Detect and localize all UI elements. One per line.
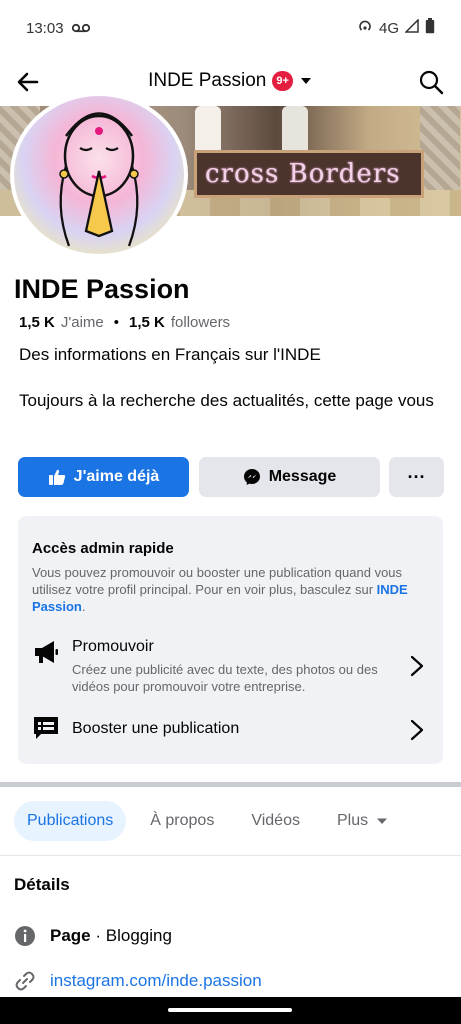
page-description: Des informations en Français sur l'INDE bbox=[19, 345, 321, 364]
home-gesture-handle[interactable] bbox=[168, 1008, 292, 1012]
admin-text: Vous pouvez promouvoir ou booster une pu… bbox=[32, 564, 432, 615]
admin-quick-access: Accès admin rapide Vous pouvez promouvoi… bbox=[18, 516, 443, 764]
boost-post-title: Booster une publication bbox=[72, 720, 240, 737]
network-type: 4G bbox=[378, 19, 399, 37]
cover-decoration bbox=[195, 106, 221, 150]
navigation-bar bbox=[0, 997, 461, 1024]
more-dots-icon: ··· bbox=[407, 466, 426, 487]
tab-videos[interactable]: Vidéos bbox=[238, 801, 313, 841]
message-button[interactable]: Message bbox=[199, 457, 380, 497]
tab-divider bbox=[0, 855, 461, 856]
liked-button-label: J'aime déjà bbox=[73, 468, 160, 485]
promote-subtitle: Créez une publicité avec du texte, des p… bbox=[72, 662, 378, 694]
tab-publications[interactable]: Publications bbox=[14, 801, 127, 841]
detail-page-label: Page bbox=[50, 926, 91, 945]
detail-page-category-text: · Blogging bbox=[90, 926, 172, 945]
messenger-icon bbox=[243, 469, 260, 485]
likes-label: J'aime bbox=[60, 314, 104, 331]
admin-title: Accès admin rapide bbox=[32, 540, 174, 557]
detail-instagram[interactable]: instagram.com/inde.passion bbox=[14, 970, 262, 992]
profile-avatar[interactable] bbox=[10, 92, 188, 258]
voicemail-icon bbox=[71, 20, 90, 37]
signal-icon bbox=[404, 18, 419, 37]
thumbs-up-icon bbox=[48, 469, 65, 485]
promote-item[interactable]: Promouvoir Créez une publicité avec du t… bbox=[18, 634, 443, 704]
page-stats[interactable]: 1,5 K J'aime • 1,5 K followers bbox=[19, 314, 230, 331]
battery-icon bbox=[425, 18, 435, 38]
stats-separator: • bbox=[113, 314, 120, 331]
boost-post-item[interactable]: Booster une publication bbox=[18, 712, 443, 748]
tab-about[interactable]: À propos bbox=[137, 801, 227, 841]
tab-more[interactable]: Plus bbox=[324, 801, 401, 841]
page-switcher[interactable]: INDE Passion 9+ bbox=[0, 70, 461, 92]
chevron-right-icon bbox=[410, 719, 424, 741]
boost-post-icon bbox=[34, 717, 58, 739]
caret-down-icon bbox=[377, 818, 388, 824]
action-buttons: J'aime déjà Message ··· bbox=[18, 457, 444, 497]
cover-text: cross Borders bbox=[205, 159, 401, 189]
details-title: Détails bbox=[14, 875, 70, 894]
likes-count: 1,5 K bbox=[19, 314, 55, 331]
search-icon bbox=[419, 70, 444, 95]
megaphone-icon bbox=[35, 641, 58, 663]
admin-text-end: . bbox=[81, 599, 86, 614]
app-bar-title: INDE Passion bbox=[148, 70, 267, 91]
instagram-link[interactable]: instagram.com/inde.passion bbox=[50, 971, 262, 991]
message-button-label: Message bbox=[268, 468, 337, 485]
section-divider bbox=[0, 782, 461, 787]
info-icon bbox=[15, 926, 35, 946]
promote-title: Promouvoir bbox=[72, 638, 154, 655]
more-options-button[interactable]: ··· bbox=[389, 457, 444, 497]
link-icon bbox=[15, 971, 35, 991]
status-bar: 13:03 4G bbox=[0, 0, 461, 56]
profile-tabs: Publications À propos Vidéos Plus bbox=[14, 800, 412, 842]
status-time: 13:03 bbox=[26, 19, 64, 37]
admin-text-body: Vous pouvez promouvoir ou booster une pu… bbox=[32, 565, 403, 597]
notification-badge: 9+ bbox=[272, 71, 293, 91]
liked-button[interactable]: J'aime déjà bbox=[18, 457, 189, 497]
caret-down-icon bbox=[300, 78, 311, 84]
hotspot-icon bbox=[357, 18, 373, 38]
chevron-right-icon bbox=[410, 655, 424, 677]
page-name: INDE Passion bbox=[14, 274, 190, 304]
followers-label: followers bbox=[170, 314, 231, 331]
page-tagline: Toujours à la recherche des actualités, … bbox=[19, 391, 434, 410]
search-button[interactable] bbox=[417, 68, 445, 96]
detail-page-category: Page · Blogging bbox=[14, 925, 172, 947]
followers-count: 1,5 K bbox=[129, 314, 165, 331]
tab-more-label: Plus bbox=[336, 812, 369, 829]
cover-decoration bbox=[420, 106, 460, 190]
cover-decoration bbox=[282, 106, 308, 150]
praying-woman-logo bbox=[59, 112, 139, 247]
cover-sign: cross Borders bbox=[194, 150, 424, 198]
